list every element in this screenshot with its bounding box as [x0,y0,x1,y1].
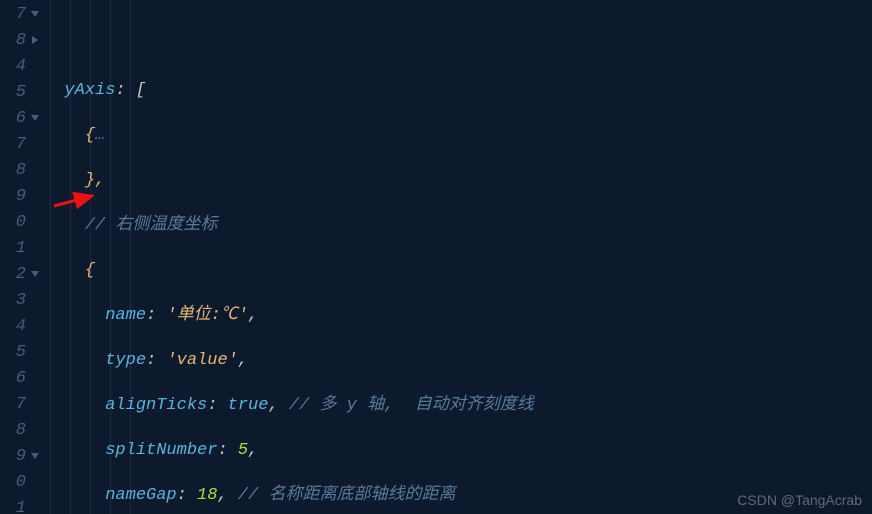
line-number[interactable]: 1 [0,496,40,514]
code-line[interactable]: alignTicks: true, // 多 y 轴, 自动对齐刻度线 [44,393,872,419]
code-line[interactable]: // 右侧温度坐标 [44,213,872,239]
line-number[interactable]: 3 [0,288,40,314]
line-number[interactable]: 0 [0,470,40,496]
code-line[interactable]: {… [44,123,872,149]
line-number[interactable]: 7 [0,392,40,418]
line-number[interactable]: 7 [0,132,40,158]
line-number[interactable]: 8 [0,418,40,444]
line-number[interactable]: 6 [0,366,40,392]
line-number[interactable]: 8 [0,28,40,54]
code-editor: 7 8 4 5 6 7 8 9 0 1 2 3 4 5 6 7 8 9 0 1 … [0,0,872,514]
line-number[interactable]: 6 [0,106,40,132]
code-line[interactable]: { [44,258,872,284]
code-area[interactable]: yAxis: [ {… }, // 右侧温度坐标 { name: '单位:℃',… [40,0,872,514]
line-number[interactable]: 0 [0,210,40,236]
line-number[interactable]: 4 [0,54,40,80]
watermark-text: CSDN @TangAcrab [737,492,862,508]
code-line[interactable]: name: '单位:℃', [44,303,872,329]
code-line[interactable]: yAxis: [ [44,78,872,104]
line-number-gutter: 7 8 4 5 6 7 8 9 0 1 2 3 4 5 6 7 8 9 0 1 [0,0,40,514]
line-number[interactable]: 9 [0,444,40,470]
line-number[interactable]: 5 [0,80,40,106]
line-number[interactable]: 7 [0,2,40,28]
line-number[interactable]: 1 [0,236,40,262]
code-line[interactable]: type: 'value', [44,348,872,374]
line-number[interactable]: 4 [0,314,40,340]
code-line[interactable]: }, [44,168,872,194]
line-number[interactable]: 5 [0,340,40,366]
code-line[interactable]: splitNumber: 5, [44,438,872,464]
line-number[interactable]: 2 [0,262,40,288]
line-number[interactable]: 8 [0,158,40,184]
line-number[interactable]: 9 [0,184,40,210]
